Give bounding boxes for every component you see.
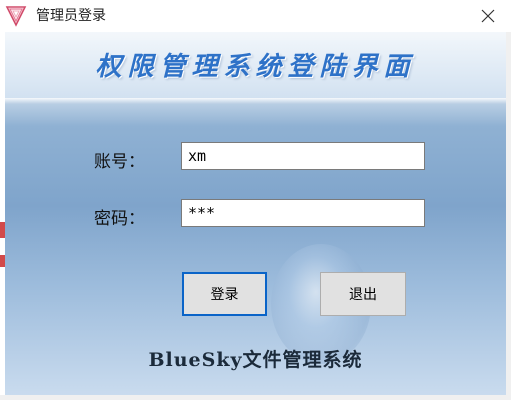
window-border bbox=[506, 32, 511, 400]
banner-title: 权限管理系统登陆界面 bbox=[95, 52, 416, 82]
exit-button-label: 退出 bbox=[349, 287, 377, 303]
title-bar[interactable]: 管理员登录 bbox=[0, 0, 511, 32]
close-icon bbox=[481, 9, 495, 23]
login-button-label: 登录 bbox=[210, 287, 239, 303]
app-logo-icon bbox=[5, 6, 27, 27]
window-title: 管理员登录 bbox=[36, 8, 106, 24]
banner-divider bbox=[5, 98, 506, 104]
password-label: 密码： bbox=[94, 209, 145, 229]
login-panel: 权限管理系统登陆界面 账号： xm 密码： *** 登录 退出 BlueSky文… bbox=[5, 32, 506, 395]
account-input[interactable]: xm bbox=[181, 142, 425, 170]
window-border bbox=[0, 395, 511, 400]
exit-button[interactable]: 退出 bbox=[320, 272, 406, 316]
account-label: 账号： bbox=[94, 152, 145, 172]
password-input[interactable]: *** bbox=[181, 199, 425, 227]
footer-text: BlueSky文件管理系统 bbox=[148, 349, 363, 371]
login-button[interactable]: 登录 bbox=[182, 272, 267, 316]
close-button[interactable] bbox=[465, 0, 511, 32]
